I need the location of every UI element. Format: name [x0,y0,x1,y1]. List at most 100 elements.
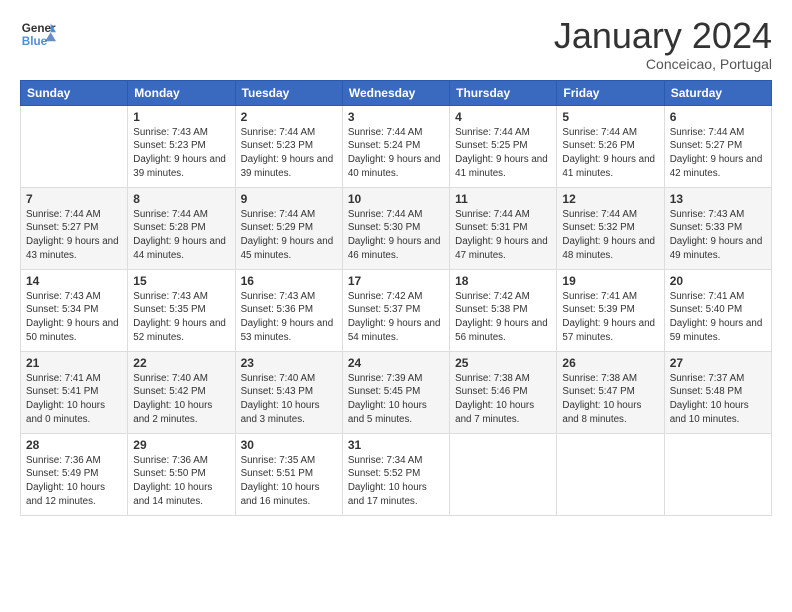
day-info: Sunrise: 7:44 AMSunset: 5:30 PMDaylight:… [348,208,444,263]
calendar-cell: 14 Sunrise: 7:43 AMSunset: 5:34 PMDayligh… [21,269,128,351]
day-number: 25 [455,356,551,370]
calendar-cell: 2Sunrise: 7:44 AMSunset: 5:23 PMDaylight… [235,105,342,187]
calendar-cell: 6 Sunrise: 7:44 AMSunset: 5:27 PMDaylight… [664,105,771,187]
day-number: 9 [241,192,337,206]
calendar-week-row: 7 Sunrise: 7:44 AMSunset: 5:27 PMDaylight… [21,187,772,269]
calendar-cell [557,433,664,515]
calendar-week-row: 28 Sunrise: 7:36 AMSunset: 5:49 PMDayligh… [21,433,772,515]
day-info: Sunrise: 7:44 AMSunset: 5:28 PMDaylight:… [133,208,229,263]
day-number: 15 [133,274,229,288]
day-number: 21 [26,356,122,370]
day-number: 6 [670,110,766,124]
calendar-cell: 5Sunrise: 7:44 AMSunset: 5:26 PMDaylight… [557,105,664,187]
calendar-header-row: SundayMondayTuesdayWednesdayThursdayFrid… [21,80,772,105]
day-number: 26 [562,356,658,370]
location: Conceicao, Portugal [554,56,772,72]
col-header-monday: Monday [128,80,235,105]
day-info: Sunrise: 7:43 AMSunset: 5:33 PMDaylight:… [670,208,766,263]
day-number: 12 [562,192,658,206]
calendar-cell [21,105,128,187]
day-number: 24 [348,356,444,370]
calendar-cell: 23 Sunrise: 7:40 AMSunset: 5:43 PMDayligh… [235,351,342,433]
calendar: SundayMondayTuesdayWednesdayThursdayFrid… [20,80,772,516]
day-info: Sunrise: 7:43 AMSunset: 5:23 PMDaylight:… [133,126,229,181]
calendar-cell: 8 Sunrise: 7:44 AMSunset: 5:28 PMDaylight… [128,187,235,269]
day-number: 20 [670,274,766,288]
header: General Blue January 2024 Conceicao, Por… [20,16,772,72]
svg-text:Blue: Blue [22,35,48,48]
col-header-thursday: Thursday [450,80,557,105]
calendar-cell: 31 Sunrise: 7:34 AMSunset: 5:52 PMDayligh… [342,433,449,515]
day-number: 4 [455,110,551,124]
col-header-sunday: Sunday [21,80,128,105]
day-number: 27 [670,356,766,370]
day-info: Sunrise: 7:44 AMSunset: 5:31 PMDaylight:… [455,208,551,263]
day-info: Sunrise: 7:42 AMSunset: 5:38 PMDaylight:… [455,290,551,345]
calendar-cell: 27 Sunrise: 7:37 AMSunset: 5:48 PMDayligh… [664,351,771,433]
day-info: Sunrise: 7:44 AMSunset: 5:27 PMDaylight:… [670,126,766,181]
day-number: 22 [133,356,229,370]
calendar-cell: 15Sunrise: 7:43 AMSunset: 5:35 PMDayligh… [128,269,235,351]
calendar-cell: 7 Sunrise: 7:44 AMSunset: 5:27 PMDaylight… [21,187,128,269]
day-info: Sunrise: 7:43 AMSunset: 5:36 PMDaylight:… [241,290,337,345]
day-number: 16 [241,274,337,288]
day-info: Sunrise: 7:44 AMSunset: 5:29 PMDaylight:… [241,208,337,263]
calendar-week-row: 1 Sunrise: 7:43 AMSunset: 5:23 PMDaylight… [21,105,772,187]
logo: General Blue [20,16,56,52]
day-info: Sunrise: 7:38 AMSunset: 5:46 PMDaylight:… [455,372,551,427]
day-info: Sunrise: 7:39 AMSunset: 5:45 PMDaylight:… [348,372,444,427]
col-header-wednesday: Wednesday [342,80,449,105]
day-info: Sunrise: 7:44 AMSunset: 5:23 PMDaylight:… [241,126,337,181]
day-info: Sunrise: 7:35 AMSunset: 5:51 PMDaylight:… [241,454,337,509]
day-number: 23 [241,356,337,370]
day-info: Sunrise: 7:36 AMSunset: 5:49 PMDaylight:… [26,454,122,509]
day-info: Sunrise: 7:44 AMSunset: 5:27 PMDaylight:… [26,208,122,263]
calendar-cell: 3Sunrise: 7:44 AMSunset: 5:24 PMDaylight… [342,105,449,187]
day-number: 28 [26,438,122,452]
calendar-cell: 21 Sunrise: 7:41 AMSunset: 5:41 PMDayligh… [21,351,128,433]
day-number: 30 [241,438,337,452]
calendar-cell: 18 Sunrise: 7:42 AMSunset: 5:38 PMDayligh… [450,269,557,351]
calendar-cell: 29Sunrise: 7:36 AMSunset: 5:50 PMDayligh… [128,433,235,515]
day-info: Sunrise: 7:44 AMSunset: 5:26 PMDaylight:… [562,126,658,181]
day-number: 31 [348,438,444,452]
day-info: Sunrise: 7:43 AMSunset: 5:34 PMDaylight:… [26,290,122,345]
day-info: Sunrise: 7:34 AMSunset: 5:52 PMDaylight:… [348,454,444,509]
day-number: 17 [348,274,444,288]
day-info: Sunrise: 7:37 AMSunset: 5:48 PMDaylight:… [670,372,766,427]
calendar-cell: 25 Sunrise: 7:38 AMSunset: 5:46 PMDayligh… [450,351,557,433]
month-title: January 2024 [554,16,772,56]
calendar-cell: 9 Sunrise: 7:44 AMSunset: 5:29 PMDaylight… [235,187,342,269]
day-number: 1 [133,110,229,124]
calendar-week-row: 14 Sunrise: 7:43 AMSunset: 5:34 PMDayligh… [21,269,772,351]
day-info: Sunrise: 7:42 AMSunset: 5:37 PMDaylight:… [348,290,444,345]
page: General Blue January 2024 Conceicao, Por… [0,0,792,612]
day-number: 10 [348,192,444,206]
day-info: Sunrise: 7:41 AMSunset: 5:40 PMDaylight:… [670,290,766,345]
calendar-cell: 1 Sunrise: 7:43 AMSunset: 5:23 PMDaylight… [128,105,235,187]
day-number: 11 [455,192,551,206]
calendar-cell: 17 Sunrise: 7:42 AMSunset: 5:37 PMDayligh… [342,269,449,351]
day-number: 19 [562,274,658,288]
calendar-cell: 13 Sunrise: 7:43 AMSunset: 5:33 PMDayligh… [664,187,771,269]
calendar-cell: 12 Sunrise: 7:44 AMSunset: 5:32 PMDayligh… [557,187,664,269]
day-number: 18 [455,274,551,288]
day-info: Sunrise: 7:40 AMSunset: 5:42 PMDaylight:… [133,372,229,427]
title-block: January 2024 Conceicao, Portugal [554,16,772,72]
day-number: 13 [670,192,766,206]
day-number: 14 [26,274,122,288]
calendar-cell: 16 Sunrise: 7:43 AMSunset: 5:36 PMDayligh… [235,269,342,351]
col-header-friday: Friday [557,80,664,105]
calendar-cell: 24 Sunrise: 7:39 AMSunset: 5:45 PMDayligh… [342,351,449,433]
day-number: 8 [133,192,229,206]
day-info: Sunrise: 7:40 AMSunset: 5:43 PMDaylight:… [241,372,337,427]
day-info: Sunrise: 7:41 AMSunset: 5:41 PMDaylight:… [26,372,122,427]
calendar-cell: 20 Sunrise: 7:41 AMSunset: 5:40 PMDayligh… [664,269,771,351]
day-info: Sunrise: 7:44 AMSunset: 5:32 PMDaylight:… [562,208,658,263]
calendar-cell: 22 Sunrise: 7:40 AMSunset: 5:42 PMDayligh… [128,351,235,433]
logo-icon: General Blue [20,16,56,52]
col-header-saturday: Saturday [664,80,771,105]
calendar-cell: 11 Sunrise: 7:44 AMSunset: 5:31 PMDayligh… [450,187,557,269]
day-number: 7 [26,192,122,206]
day-info: Sunrise: 7:36 AMSunset: 5:50 PMDaylight:… [133,454,229,509]
